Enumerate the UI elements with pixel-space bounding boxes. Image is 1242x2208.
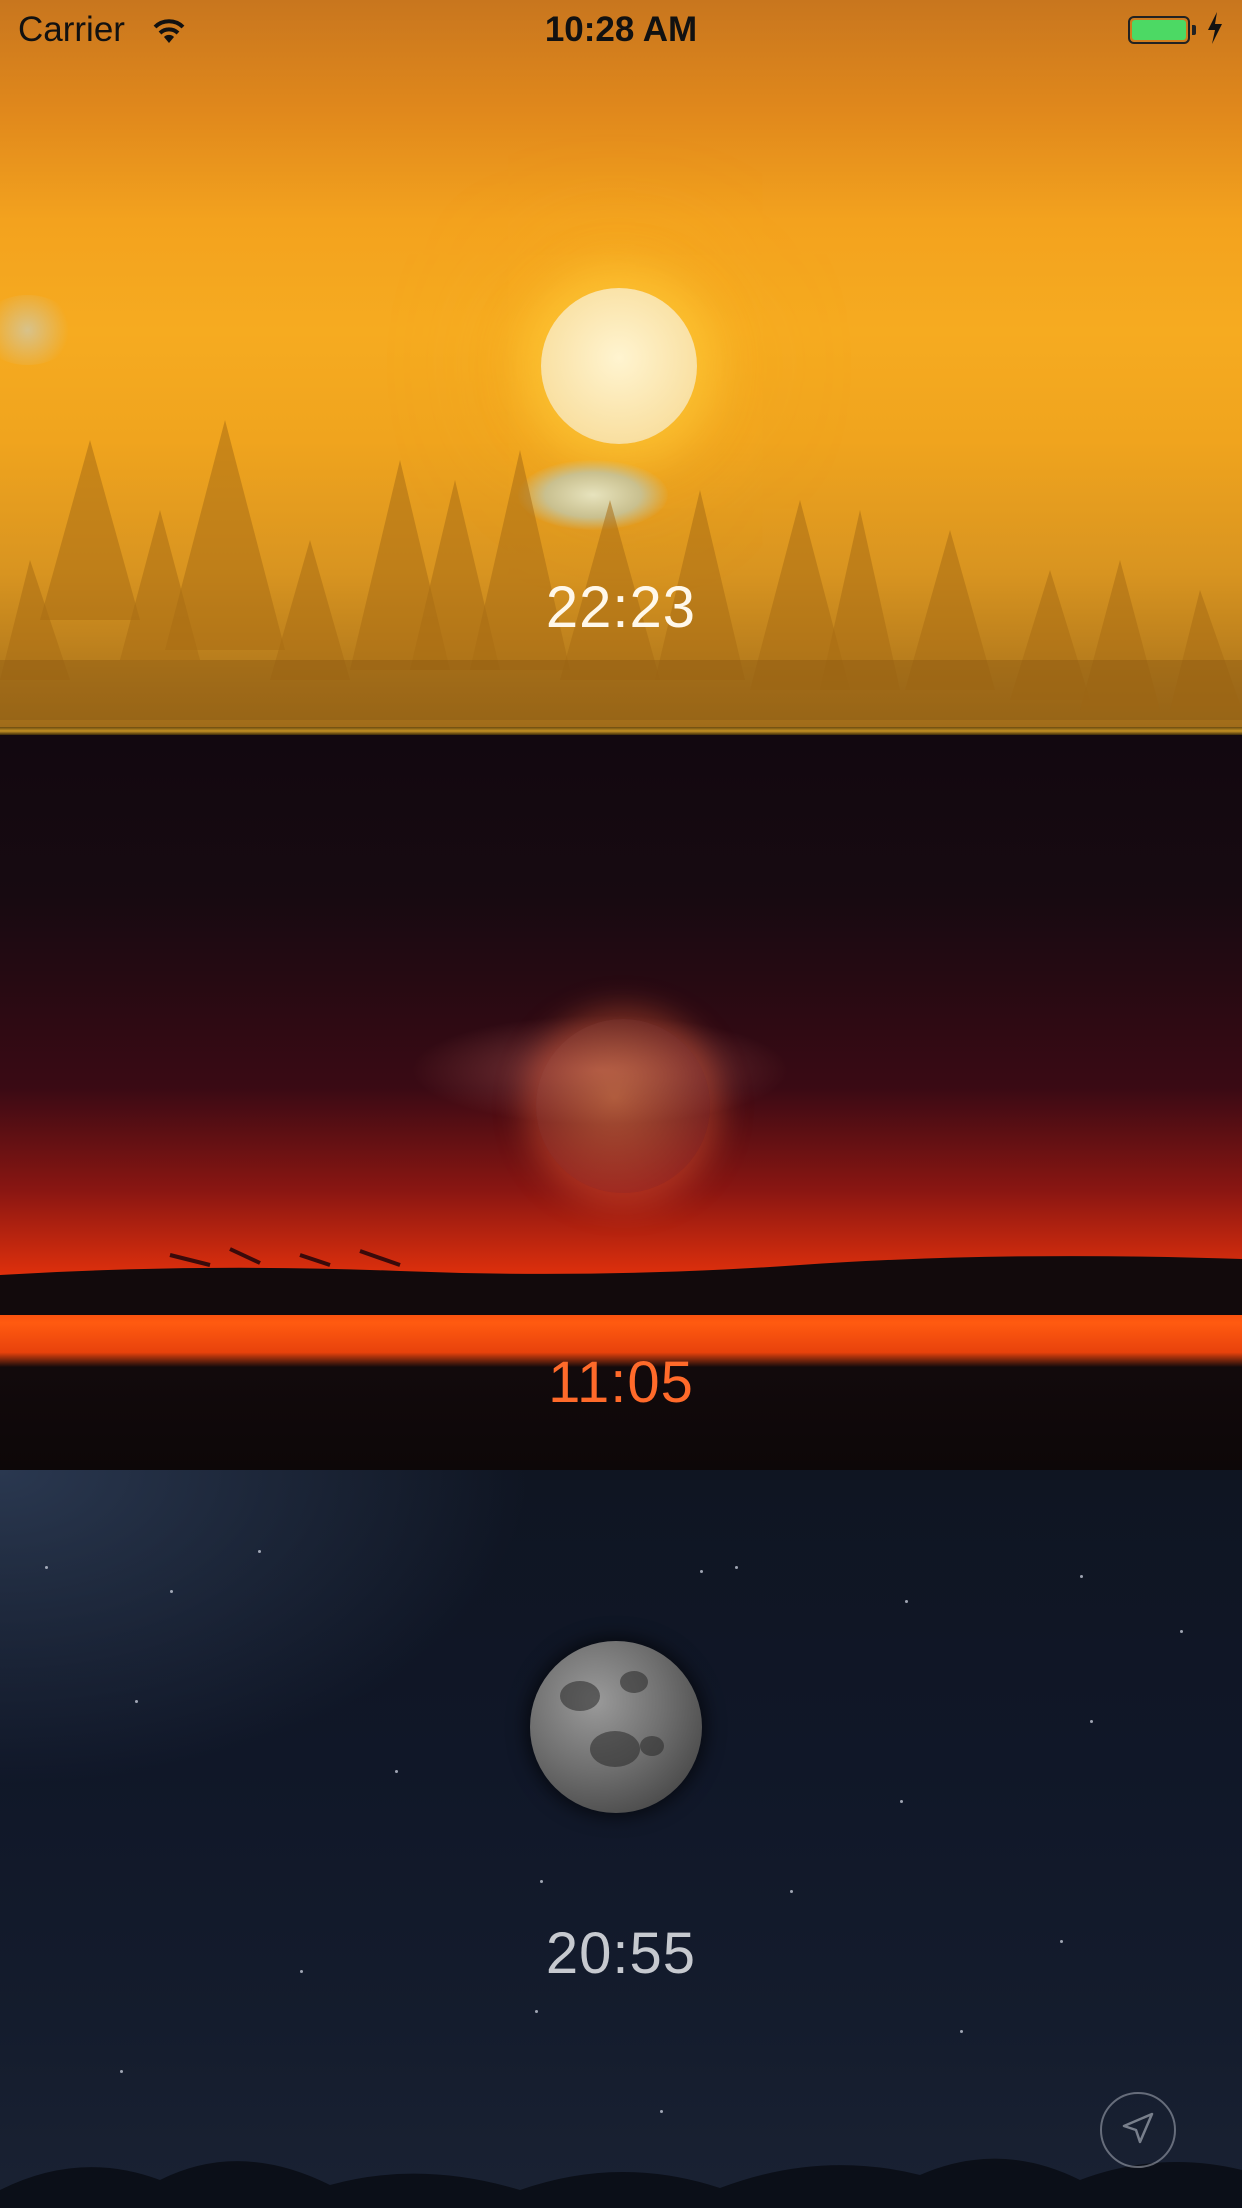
cloud-left [0,295,75,365]
night-time: 20:55 [545,1921,697,1986]
battery-cap [1192,25,1196,35]
sunrise-panel[interactable]: 22:23 [0,0,1242,735]
panel-divider [0,727,1242,735]
sunset-panel[interactable]: 11:05 [0,735,1242,1470]
location-button[interactable] [1100,2092,1176,2168]
moon-icon [530,1641,702,1813]
sunset-time: 11:05 [548,1350,694,1415]
status-bar: Carrier 10:28 AM [0,0,1242,60]
night-panel[interactable]: 20:55 [0,1470,1242,2208]
battery-icon [1128,16,1190,44]
sunrise-time: 22:23 [545,575,697,640]
status-clock: 10:28 AM [544,10,698,49]
location-arrow-icon [1118,2108,1158,2153]
charging-icon [1206,12,1224,53]
moon-icon [536,1019,710,1193]
